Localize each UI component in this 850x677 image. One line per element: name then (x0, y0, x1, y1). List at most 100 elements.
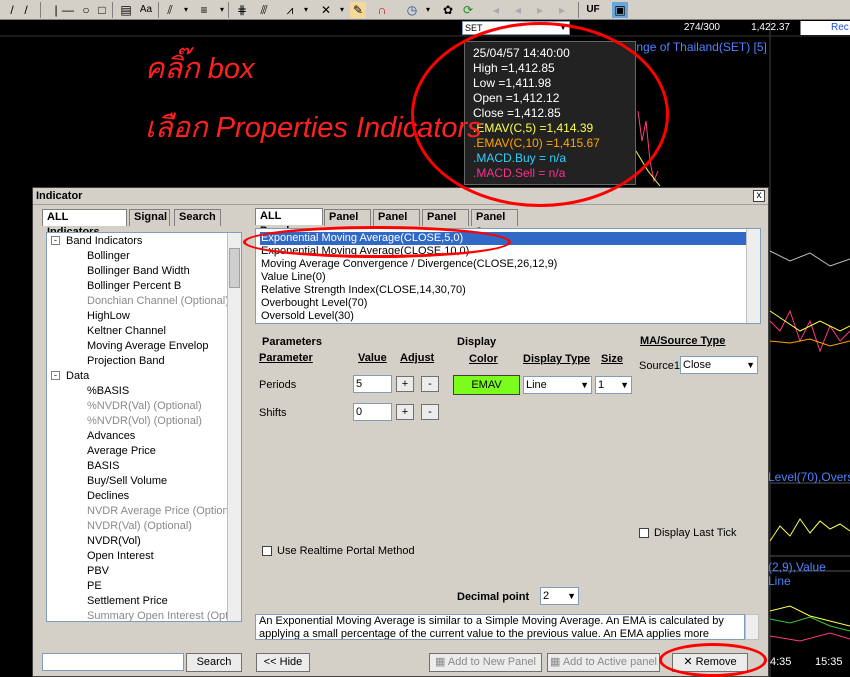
list-item[interactable]: Oversold Level(30) (261, 310, 354, 323)
last-icon[interactable]: ▸ (554, 2, 570, 18)
tree-item[interactable]: Bollinger Band Width (87, 264, 190, 279)
next-icon[interactable]: ▸ (532, 2, 548, 18)
first-icon[interactable]: ◂ (488, 2, 504, 18)
tree-item[interactable]: Settlement Price (87, 594, 168, 609)
list-item[interactable]: Value Line(0) (261, 271, 326, 284)
close-icon[interactable]: x (753, 190, 765, 202)
realtime-checkbox[interactable] (262, 546, 272, 556)
hide-button[interactable]: << Hide (256, 653, 310, 672)
list-item[interactable]: Overbought Level(70) (261, 297, 367, 310)
dropdown-arrow-icon[interactable]: ▾ (420, 2, 436, 18)
source1-select[interactable]: Close ▼ (680, 356, 758, 374)
tree-item[interactable]: %BASIS (87, 384, 129, 399)
palette-icon[interactable]: ✿ (440, 2, 456, 18)
tab-panel-2[interactable]: Panel 2 (422, 209, 469, 238)
list-item[interactable]: Moving Average Convergence / Divergence(… (261, 258, 557, 271)
rectangle-icon[interactable]: □ (94, 2, 110, 18)
periods-minus-button[interactable]: - (421, 376, 439, 392)
prev-icon[interactable]: ◂ (510, 2, 526, 18)
remove-button[interactable]: ✕ Remove (672, 653, 748, 672)
tree-item[interactable]: BASIS (87, 459, 119, 474)
collapse-icon[interactable]: - (51, 371, 60, 380)
text-icon[interactable]: ▤ (118, 2, 134, 18)
scrollbar-thumb[interactable] (229, 248, 240, 288)
magnet-icon[interactable]: ∩ (374, 2, 390, 18)
indicator-description: An Exponential Moving Average is similar… (255, 614, 745, 640)
tree-item[interactable]: %NVDR(Vol) (Optional) (87, 414, 202, 429)
tree-item[interactable]: NVDR(Vol) (87, 534, 141, 549)
add-to-active-panel-button[interactable]: ▦ Add to Active panel (547, 653, 660, 672)
shifts-minus-button[interactable]: - (421, 404, 439, 420)
tree-item[interactable]: PE (87, 579, 102, 594)
draw-line-2-icon[interactable]: / (18, 2, 34, 18)
description-scrollbar[interactable] (745, 614, 759, 640)
periods-input[interactable]: 5 (353, 375, 392, 393)
add-to-new-panel-label: Add to New Panel (447, 656, 536, 668)
tree-item[interactable]: Advances (87, 429, 135, 444)
circle-icon[interactable]: ○ (78, 2, 94, 18)
horizontal-line-icon[interactable]: — (58, 2, 78, 18)
tree-scrollbar[interactable] (227, 233, 241, 621)
tree-item[interactable]: PBV (87, 564, 109, 579)
dropdown-arrow-icon[interactable]: ▾ (334, 2, 350, 18)
list-scrollbar[interactable] (746, 229, 760, 323)
dropdown-arrow-icon[interactable]: ▾ (298, 2, 314, 18)
tab-panel-3[interactable]: Panel 3 (471, 209, 518, 238)
security-combo[interactable]: SET ▼ (462, 21, 570, 35)
tab-panel-1[interactable]: Panel 1 (373, 209, 420, 238)
tree-item[interactable]: NVDR Average Price (Optional) (87, 504, 241, 519)
tree-item[interactable]: Bollinger Percent B (87, 279, 181, 294)
screenshot-icon[interactable]: ▣ (612, 2, 628, 18)
tree-item[interactable]: Moving Average Envelop (87, 339, 209, 354)
pencil-icon[interactable]: ✎ (350, 2, 366, 18)
size-select[interactable]: 1 ▼ (595, 376, 632, 394)
tree-item[interactable]: Donchian Channel (Optional) (87, 294, 229, 309)
font-button[interactable]: Aa (136, 2, 156, 18)
tree-item[interactable]: Projection Band (87, 354, 165, 369)
tree-item[interactable]: Bollinger (87, 249, 130, 264)
tab-all-indicators[interactable]: ALL Indicators (42, 209, 127, 238)
uf-button[interactable]: UF (582, 2, 604, 18)
tree-item[interactable]: Declines (87, 489, 129, 504)
add-to-new-panel-button[interactable]: ▦ Add to New Panel (429, 653, 542, 672)
clock-icon[interactable]: ◷ (404, 2, 420, 18)
tree-item[interactable]: Average Price (87, 444, 156, 459)
fibonacci-icon[interactable]: ⋕ (234, 2, 250, 18)
shifts-input[interactable]: 0 (353, 403, 392, 421)
collapse-icon[interactable]: - (51, 236, 60, 245)
list-item[interactable]: Relative Strength Index(CLOSE,14,30,70) (261, 284, 466, 297)
indicator-tree[interactable]: - Band Indicators Bollinger Bollinger Ba… (46, 232, 242, 622)
decimal-point-select[interactable]: 2 ▼ (540, 587, 579, 605)
tab-all-panels[interactable]: ALL Panels (255, 208, 323, 237)
tree-item[interactable]: %NVDR(Val) (Optional) (87, 399, 202, 414)
tab-panel-0[interactable]: Panel 0 (324, 209, 371, 238)
color-picker[interactable]: EMAV (453, 375, 520, 395)
tree-item[interactable]: Open Interest (87, 549, 154, 564)
tab-signal[interactable]: Signal (129, 209, 170, 226)
rec-button[interactable]: Rec (800, 21, 850, 35)
data-tooltip-box[interactable]: 25/04/57 14:40:00 High =1,412.85 Low =1,… (464, 41, 636, 185)
parallel-lines-icon[interactable]: ⫻ (256, 2, 272, 18)
tree-item[interactable]: NVDR(Val) (Optional) (87, 519, 192, 534)
display-type-select[interactable]: Line ▼ (523, 376, 592, 394)
search-input[interactable] (42, 653, 184, 671)
annotation-click-box: คลิ๊ก box (145, 53, 255, 85)
tree-item[interactable]: Summary Open Interest (Optio (87, 609, 237, 621)
list-item[interactable]: Exponential Moving Average(CLOSE,10,0) (261, 245, 469, 258)
refresh-icon[interactable]: ⟳ (460, 2, 476, 18)
dropdown-arrow-icon[interactable]: ▾ (178, 2, 194, 18)
search-button[interactable]: Search (186, 653, 242, 672)
tree-item[interactable]: Keltner Channel (87, 324, 166, 339)
panel-indicator-list[interactable]: Exponential Moving Average(CLOSE,5,0) Ex… (255, 228, 761, 324)
shifts-plus-button[interactable]: + (396, 404, 414, 420)
tree-item[interactable]: Buy/Sell Volume (87, 474, 167, 489)
list-item-selected[interactable]: Exponential Moving Average(CLOSE,5,0) (260, 232, 746, 245)
delete-drawing-icon[interactable]: ✕ (318, 2, 334, 18)
line-style-icon[interactable]: ≡ (194, 2, 214, 18)
tab-search[interactable]: Search (174, 209, 221, 226)
fan-icon[interactable]: ⫽ (162, 2, 178, 18)
display-last-tick-checkbox[interactable] (639, 528, 649, 538)
zigzag-icon[interactable]: ⩘ (282, 2, 298, 18)
periods-plus-button[interactable]: + (396, 376, 414, 392)
tree-item[interactable]: HighLow (87, 309, 130, 324)
